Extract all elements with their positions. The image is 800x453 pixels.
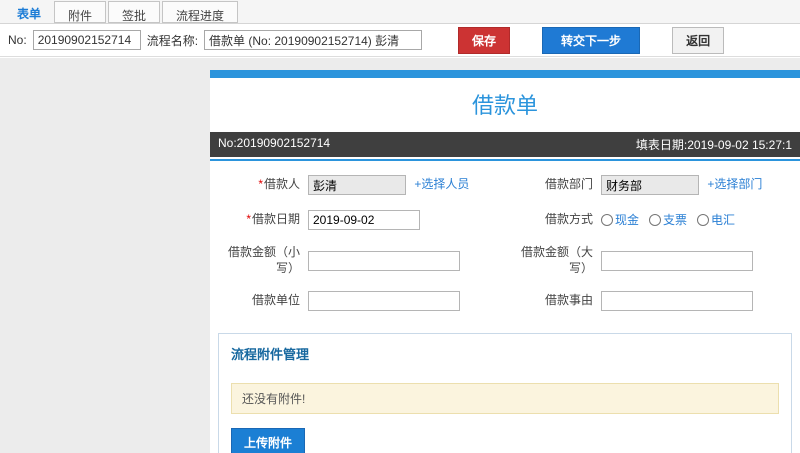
method-label: 借款方式 <box>544 212 593 227</box>
wire-radio[interactable] <box>697 213 710 226</box>
unit-cell <box>308 291 503 312</box>
unit-label: 借款单位 <box>251 293 300 308</box>
upload-attachment-button[interactable]: 上传附件 <box>231 428 306 453</box>
reason-input[interactable] <box>601 291 753 312</box>
method-cell: 现金 支票 电汇 <box>601 211 796 229</box>
unit-input[interactable] <box>308 291 460 312</box>
toolbar: No: 流程名称: 保存 转交下一步 返回 <box>0 24 800 57</box>
no-input[interactable] <box>32 30 141 50</box>
save-button[interactable]: 保存 <box>458 26 511 54</box>
check-radio[interactable] <box>649 213 662 226</box>
required-mark: * <box>246 212 251 227</box>
panel-top-bar <box>210 70 800 78</box>
content-area: 借款单 No:20190902152714 填表日期:2019-09-02 15… <box>0 58 800 453</box>
department-label: 借款部门 <box>544 177 593 192</box>
loan-form: *借款人 +选择人员 借款部门 +选择部门 *借款日期 借款 <box>210 161 800 321</box>
tab-attachments[interactable]: 附件 <box>54 1 107 23</box>
required-mark: * <box>258 177 263 192</box>
borrower-label: *借款人 <box>258 177 300 192</box>
page-title: 借款单 <box>471 93 538 118</box>
form-fill-date: 填表日期:2019-09-02 15:27:1 <box>635 138 792 152</box>
tab-approval[interactable]: 签批 <box>108 1 161 23</box>
radio-check[interactable]: 支票 <box>649 211 687 228</box>
select-person-link[interactable]: +选择人员 <box>414 177 469 191</box>
borrow-date-input[interactable] <box>308 210 420 230</box>
tab-bar: 表单 附件 签批 流程进度 <box>0 0 800 24</box>
reason-cell <box>601 291 796 312</box>
attachments-title: 流程附件管理 <box>231 347 310 363</box>
form-number: No:20190902152714 <box>218 136 331 150</box>
borrow-date-label: *借款日期 <box>246 212 300 227</box>
tab-form[interactable]: 表单 <box>4 0 54 23</box>
amount-big-label: 借款金额（大写） <box>520 245 593 275</box>
reason-label: 借款事由 <box>544 293 593 308</box>
form-header-bar: No:20190902152714 填表日期:2019-09-02 15:27:… <box>210 132 800 157</box>
no-attachments-notice: 还没有附件! <box>231 383 779 415</box>
cash-radio[interactable] <box>601 213 613 226</box>
screen: 表单 附件 签批 流程进度 No: 流程名称: 保存 转交下一步 返回 借款单 … <box>0 0 800 453</box>
borrow-date-cell <box>308 210 503 230</box>
borrower-input[interactable] <box>308 175 406 195</box>
amount-small-label: 借款金额（小写） <box>227 245 300 275</box>
amount-small-input[interactable] <box>308 250 460 271</box>
radio-cash[interactable]: 现金 <box>601 211 639 228</box>
attachments-section: 流程附件管理 还没有附件! 上传附件 <box>218 333 792 453</box>
amount-big-input[interactable] <box>601 250 753 271</box>
amount-big-cell <box>601 250 796 271</box>
process-name-label: 流程名称: <box>146 33 199 48</box>
no-label: No: <box>8 33 27 47</box>
department-cell: +选择部门 <box>601 175 796 195</box>
method-radio-group: 现金 支票 电汇 <box>601 211 735 228</box>
amount-small-cell <box>308 250 503 271</box>
back-button[interactable]: 返回 <box>672 26 725 54</box>
select-department-link[interactable]: +选择部门 <box>707 177 762 191</box>
radio-wire[interactable]: 电汇 <box>697 211 735 228</box>
next-step-button[interactable]: 转交下一步 <box>542 26 641 54</box>
form-panel: 借款单 No:20190902152714 填表日期:2019-09-02 15… <box>210 70 800 453</box>
tab-progress[interactable]: 流程进度 <box>162 1 239 23</box>
department-input[interactable] <box>601 175 699 195</box>
borrower-cell: +选择人员 <box>308 175 503 195</box>
process-name-input[interactable] <box>204 30 423 50</box>
